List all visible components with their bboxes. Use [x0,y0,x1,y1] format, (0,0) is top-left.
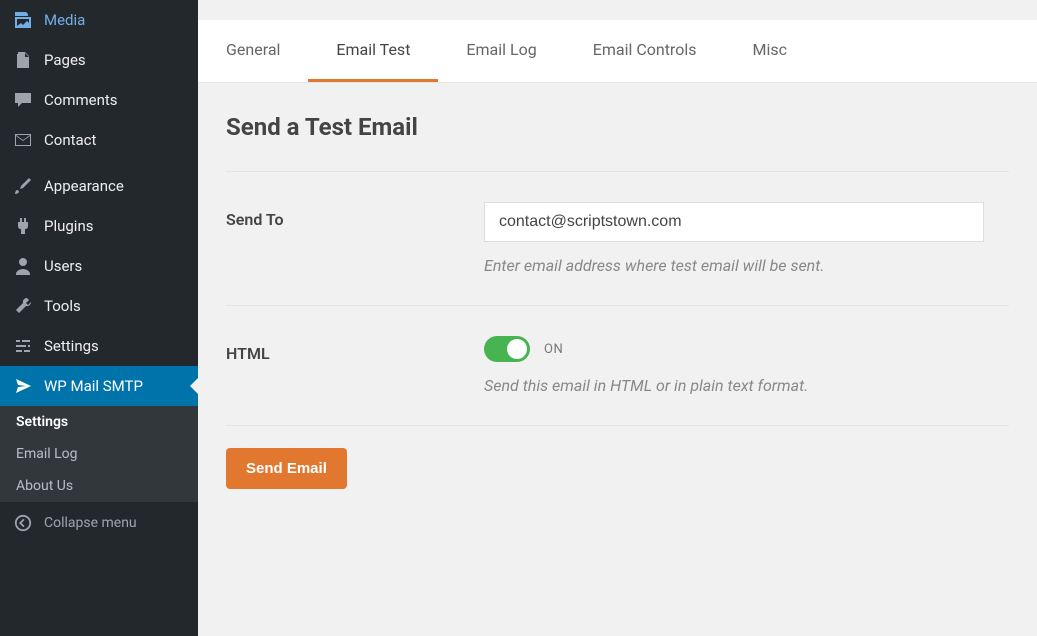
html-label: HTML [226,336,484,395]
settings-tabbar: General Email Test Email Log Email Contr… [198,20,1037,83]
sidebar-item-wp-mail-smtp[interactable]: WP Mail SMTP [0,366,198,406]
html-toggle-row: ON [484,336,1009,362]
sliders-icon [12,335,34,357]
collapse-label: Collapse menu [44,515,137,531]
sidebar-item-plugins[interactable]: Plugins [0,206,198,246]
sidebar-item-label: Appearance [44,177,124,195]
sidebar-item-label: Media [44,11,85,29]
pages-icon [12,49,34,71]
sidebar-item-label: Tools [44,297,81,315]
html-field: ON Send this email in HTML or in plain t… [484,336,1009,395]
sidebar-item-label: Pages [44,51,86,69]
sidebar-item-label: Settings [44,337,99,355]
main-content: General Email Test Email Log Email Contr… [198,0,1037,636]
send-to-input[interactable] [484,202,984,242]
comments-icon [12,89,34,111]
send-email-button[interactable]: Send Email [226,448,347,489]
collapse-menu-button[interactable]: Collapse menu [0,502,198,544]
sidebar-item-users[interactable]: Users [0,246,198,286]
sidebar-item-appearance[interactable]: Appearance [0,166,198,206]
submenu-item-email-log[interactable]: Email Log [0,438,198,470]
collapse-icon [12,512,34,534]
submenu-item-about-us[interactable]: About Us [0,470,198,502]
tab-email-test[interactable]: Email Test [308,20,438,82]
admin-sidebar: Media Pages Comments Contact Appearance … [0,0,198,636]
html-help: Send this email in HTML or in plain text… [484,376,1009,395]
send-to-label: Send To [226,202,484,275]
sidebar-item-label: WP Mail SMTP [44,377,143,395]
form-actions: Send Email [226,425,1009,489]
sidebar-item-tools[interactable]: Tools [0,286,198,326]
page-body: Send a Test Email Send To Enter email ad… [198,83,1037,519]
mail-send-icon [12,375,34,397]
tab-general[interactable]: General [198,20,308,82]
sidebar-item-settings[interactable]: Settings [0,326,198,366]
page-title: Send a Test Email [226,113,1009,141]
sidebar-item-label: Plugins [44,217,93,235]
wrench-icon [12,295,34,317]
plug-icon [12,215,34,237]
form-row-html: HTML ON Send this email in HTML or in pl… [226,305,1009,425]
sidebar-item-pages[interactable]: Pages [0,40,198,80]
sidebar-submenu: Settings Email Log About Us [0,406,198,502]
tab-misc[interactable]: Misc [724,20,815,82]
envelope-icon [12,129,34,151]
sidebar-item-label: Comments [44,91,118,109]
sidebar-item-label: Contact [44,131,96,149]
html-toggle-state: ON [544,342,563,357]
submenu-item-settings[interactable]: Settings [0,406,198,438]
send-to-field: Enter email address where test email wil… [484,202,1009,275]
tab-email-log[interactable]: Email Log [438,20,564,82]
user-icon [12,255,34,277]
sidebar-item-comments[interactable]: Comments [0,80,198,120]
toggle-knob [507,339,527,359]
send-to-help: Enter email address where test email wil… [484,256,1009,275]
brush-icon [12,175,34,197]
tab-email-controls[interactable]: Email Controls [565,20,725,82]
media-icon [12,9,34,31]
sidebar-item-media[interactable]: Media [0,0,198,40]
form-row-send-to: Send To Enter email address where test e… [226,171,1009,305]
sidebar-item-contact[interactable]: Contact [0,120,198,160]
sidebar-item-label: Users [44,257,82,275]
html-toggle[interactable] [484,336,530,362]
